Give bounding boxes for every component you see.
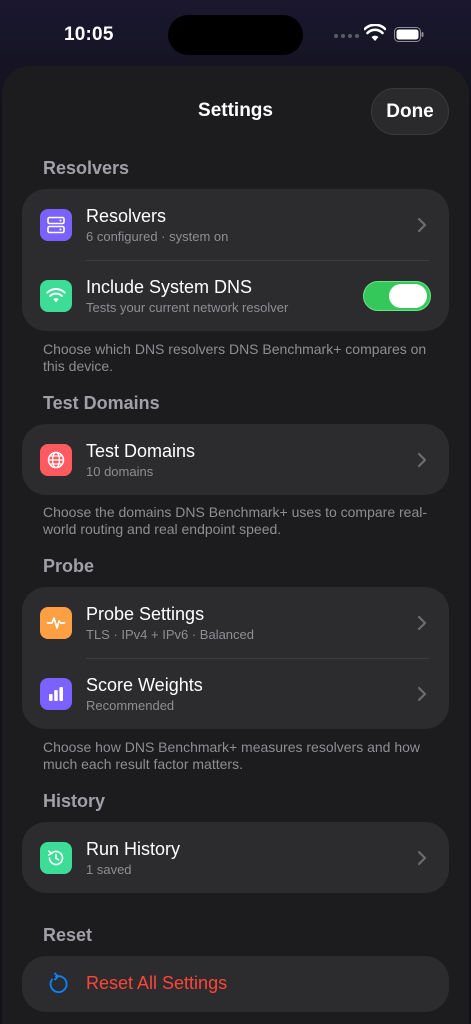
probe-group: Probe Settings TLS · IPv4 + IPv6 · Balan… bbox=[22, 587, 449, 729]
run-history-title: Run History bbox=[86, 839, 181, 859]
chevron-right-icon bbox=[417, 850, 427, 866]
resolvers-row[interactable]: Resolvers 6 configured · system on bbox=[22, 189, 449, 260]
globe-icon bbox=[40, 444, 72, 476]
include-system-dns-toggle[interactable] bbox=[363, 281, 431, 311]
run-history-row[interactable]: Run History 1 saved bbox=[22, 822, 449, 893]
done-button[interactable]: Done bbox=[371, 88, 449, 135]
battery-icon bbox=[394, 27, 424, 42]
status-bar: 10:05 bbox=[0, 0, 471, 66]
section-header-probe: Probe bbox=[43, 556, 95, 576]
section-header-resolvers: Resolvers bbox=[43, 158, 130, 178]
test-domains-group: Test Domains 10 domains bbox=[22, 424, 449, 495]
section-header-history: History bbox=[43, 791, 106, 811]
score-weights-subtitle: Recommended bbox=[86, 698, 175, 713]
include-system-dns-title: Include System DNS bbox=[86, 277, 253, 297]
clock-history-icon bbox=[40, 842, 72, 874]
reset-all-settings-row[interactable]: Reset All Settings bbox=[22, 956, 449, 1012]
chevron-right-icon bbox=[417, 217, 427, 233]
toggle-knob bbox=[389, 284, 427, 308]
history-group: Run History 1 saved bbox=[22, 822, 449, 893]
test-domains-row-title: Test Domains bbox=[86, 441, 196, 461]
wifi-icon bbox=[40, 280, 72, 312]
probe-settings-row[interactable]: Probe Settings TLS · IPv4 + IPv6 · Balan… bbox=[22, 587, 449, 658]
reset-group: Reset All Settings bbox=[22, 956, 449, 1012]
include-system-dns-row: Include System DNS Tests your current ne… bbox=[22, 260, 449, 331]
resolvers-footnote: Choose which DNS resolvers DNS Benchmark… bbox=[43, 341, 427, 374]
test-domains-footnote: Choose the domains DNS Benchmark+ uses t… bbox=[43, 504, 428, 537]
settings-sheet: Settings Done Resolvers Resolvers 6 conf… bbox=[2, 66, 469, 1024]
score-weights-title: Score Weights bbox=[86, 675, 203, 695]
wifi-icon bbox=[364, 24, 386, 41]
resolvers-row-subtitle: 6 configured · system on bbox=[86, 229, 229, 244]
cellular-signal-icon bbox=[334, 34, 359, 38]
probe-settings-subtitle: TLS · IPv4 + IPv6 · Balanced bbox=[86, 627, 254, 642]
reset-all-settings-label: Reset All Settings bbox=[86, 973, 228, 993]
dynamic-island bbox=[168, 15, 303, 55]
test-domains-row[interactable]: Test Domains 10 domains bbox=[22, 424, 449, 495]
bar-chart-icon bbox=[40, 678, 72, 710]
chevron-right-icon bbox=[417, 452, 427, 468]
reset-arrow-icon bbox=[40, 968, 72, 1000]
test-domains-row-subtitle: 10 domains bbox=[86, 464, 154, 479]
waveform-icon bbox=[40, 607, 72, 639]
run-history-subtitle: 1 saved bbox=[86, 862, 132, 877]
resolvers-row-title: Resolvers bbox=[86, 206, 167, 226]
resolvers-group: Resolvers 6 configured · system on Inclu… bbox=[22, 189, 449, 331]
section-header-test-domains: Test Domains bbox=[43, 393, 160, 413]
server-icon bbox=[40, 209, 72, 241]
status-time: 10:05 bbox=[64, 24, 114, 45]
chevron-right-icon bbox=[417, 615, 427, 631]
probe-settings-title: Probe Settings bbox=[86, 604, 205, 624]
include-system-dns-subtitle: Tests your current network resolver bbox=[86, 300, 289, 315]
section-header-reset: Reset bbox=[43, 925, 93, 945]
score-weights-row[interactable]: Score Weights Recommended bbox=[22, 658, 449, 729]
probe-footnote: Choose how DNS Benchmark+ measures resol… bbox=[43, 739, 421, 772]
chevron-right-icon bbox=[417, 686, 427, 702]
